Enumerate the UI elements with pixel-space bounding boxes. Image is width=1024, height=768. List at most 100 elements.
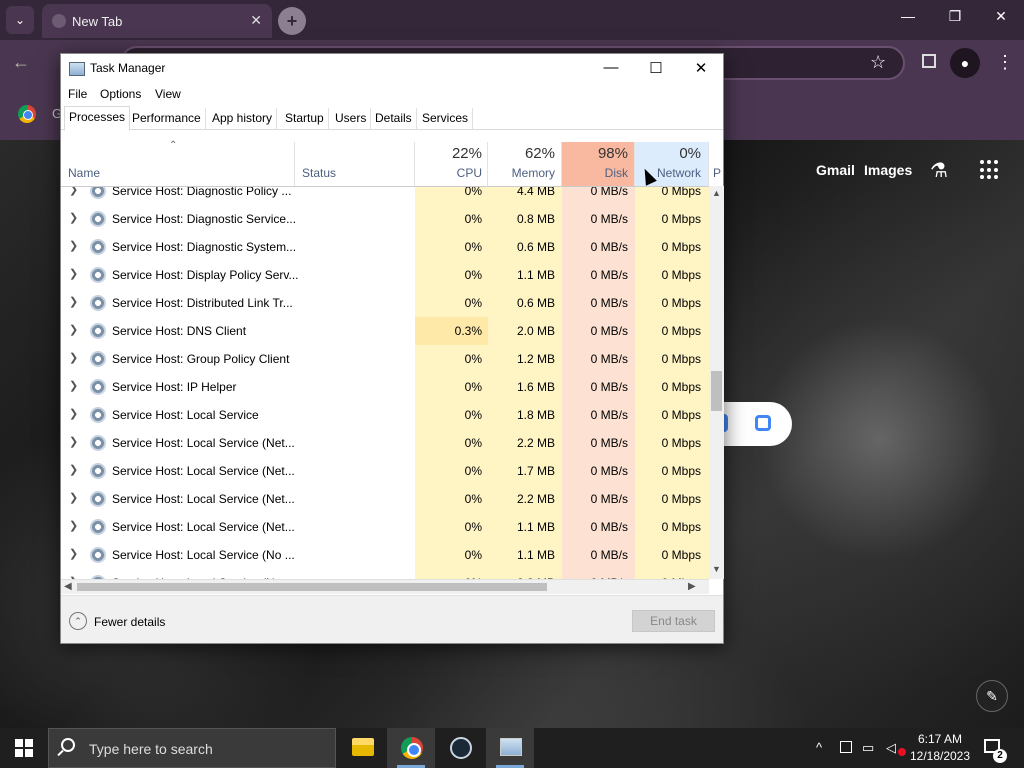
process-row[interactable]: ❯ Service Host: Diagnostic Service... 0% 0.… (61, 205, 709, 233)
expand-chevron-icon[interactable]: ❯ (69, 547, 78, 560)
network-tray-icon[interactable]: ▭ (862, 740, 874, 756)
service-gear-icon (90, 491, 106, 507)
menu-options[interactable]: Options (100, 87, 141, 101)
expand-chevron-icon[interactable]: ❯ (69, 379, 78, 392)
tab-performance[interactable]: Performance (128, 108, 206, 130)
collapse-chevron-icon[interactable]: ⌃ (69, 612, 87, 630)
expand-chevron-icon[interactable]: ❯ (69, 491, 78, 504)
fewer-details-link[interactable]: Fewer details (94, 615, 165, 629)
chrome-logo-icon (18, 105, 36, 123)
expand-chevron-icon[interactable]: ❯ (69, 295, 78, 308)
process-row[interactable]: ❯ Service Host: Group Policy Client 0% 1.2 … (61, 345, 709, 373)
process-row[interactable]: ❯ Service Host: Local Service 0% 1.8 MB 0 MB… (61, 401, 709, 429)
expand-chevron-icon[interactable]: ❯ (69, 323, 78, 336)
chrome-minimize-button[interactable]: — (893, 8, 923, 24)
tab-processes[interactable]: Processes (64, 106, 131, 131)
show-hidden-icons-chevron[interactable]: ^ (816, 740, 822, 755)
process-name: Service Host: Local Service (Net... (112, 492, 295, 506)
tab-users[interactable]: Users (331, 108, 372, 130)
tm-close-button[interactable]: ✕ (681, 59, 721, 77)
expand-chevron-icon[interactable]: ❯ (69, 187, 78, 196)
expand-chevron-icon[interactable]: ❯ (69, 463, 78, 476)
clock-time[interactable]: 6:17 AM (905, 732, 975, 746)
tm-minimize-button[interactable]: — (591, 59, 631, 76)
new-tab-button[interactable]: + (278, 7, 306, 35)
close-tab-icon[interactable]: ✕ (250, 12, 262, 29)
horizontal-scroll-thumb[interactable] (77, 583, 547, 591)
process-row[interactable]: ❯ Service Host: Local Service (Net... 0% 2.… (61, 485, 709, 513)
process-row[interactable]: ❯ Service Host: Local Service (Net... 0% 1.… (61, 513, 709, 541)
taskbar-file-explorer[interactable] (338, 728, 386, 768)
volume-muted-icon[interactable]: ◁ (886, 740, 896, 756)
chrome-maximize-button[interactable]: ❐ (940, 8, 970, 25)
process-row[interactable]: ❯ Service Host: DNS Client 0.3% 2.0 MB 0 MB/… (61, 317, 709, 345)
side-panel-icon[interactable] (922, 54, 936, 68)
process-cpu-value: 0% (464, 296, 482, 310)
scroll-up-icon[interactable]: ▲ (712, 188, 721, 198)
chrome-menu-icon[interactable]: ⋮ (996, 52, 1014, 73)
process-row[interactable]: ❯ Service Host: Distributed Link Tr... 0% 0… (61, 289, 709, 317)
expand-chevron-icon[interactable]: ❯ (69, 435, 78, 448)
process-memory-value: 2.0 MB (516, 324, 555, 338)
taskbar-chrome[interactable] (387, 728, 435, 768)
scroll-down-icon[interactable]: ▼ (712, 564, 721, 574)
tab-startup[interactable]: Startup (281, 108, 329, 130)
expand-chevron-icon[interactable]: ❯ (69, 519, 78, 532)
taskbar-search-box[interactable]: Type here to search (48, 728, 336, 768)
scroll-left-icon[interactable]: ◀ (64, 581, 72, 592)
process-list[interactable]: ❯ Service Host: Diagnostic Policy ... 0% 4.… (61, 186, 709, 579)
end-task-button[interactable]: End task (632, 610, 715, 632)
sort-ascending-icon: ⌃ (169, 140, 178, 151)
process-name: Service Host: Diagnostic Service... (112, 212, 297, 226)
expand-chevron-icon[interactable]: ❯ (69, 211, 78, 224)
scroll-right-icon[interactable]: ▶ (688, 581, 696, 592)
process-row[interactable]: ❯ Service Host: Local Service (No ... 0% 1.… (61, 541, 709, 569)
process-memory-value: 2.2 MB (516, 492, 555, 506)
back-arrow-icon[interactable]: ← (12, 52, 30, 73)
expand-chevron-icon[interactable]: ❯ (69, 267, 78, 280)
tab-app-history[interactable]: App history (208, 108, 278, 130)
process-row[interactable]: ❯ Service Host: Diagnostic Policy ... 0% 4.… (61, 187, 709, 205)
taskbar-task-manager[interactable] (486, 728, 534, 768)
task-manager-titlebar[interactable]: Task Manager — ☐ ✕ (61, 54, 723, 84)
process-network-value: 0 Mbps (661, 352, 701, 366)
search-labs-icon[interactable]: ⚗ (930, 158, 948, 183)
profile-avatar-icon[interactable]: ● (950, 48, 980, 78)
gmail-link[interactable]: Gmail (816, 162, 855, 178)
expand-chevron-icon[interactable]: ❯ (69, 239, 78, 252)
process-network-value: 0 Mbps (661, 380, 701, 394)
vertical-scrollbar[interactable]: ▲ ▼ (709, 186, 724, 579)
images-link[interactable]: Images (864, 162, 912, 178)
chrome-close-button[interactable]: ✕ (986, 8, 1016, 25)
device-tray-icon[interactable] (840, 741, 852, 753)
horizontal-scrollbar[interactable]: ◀ ▶ (61, 579, 709, 594)
service-gear-icon (90, 187, 106, 199)
tm-maximize-button[interactable]: ☐ (636, 59, 676, 77)
process-row[interactable]: ❯Service Host: Local Service (No ...0%2.… (61, 569, 709, 579)
taskbar-steam[interactable] (436, 728, 484, 768)
process-network-value: 0 Mbps (661, 324, 701, 338)
menu-file[interactable]: File (68, 87, 87, 101)
process-network-value: 0 Mbps (661, 408, 701, 422)
menu-view[interactable]: View (155, 87, 181, 101)
expand-chevron-icon[interactable]: ❯ (69, 351, 78, 364)
google-apps-icon[interactable] (980, 160, 1000, 180)
vertical-scroll-thumb[interactable] (711, 371, 722, 411)
tab-search-dropdown[interactable]: ⌄ (6, 6, 34, 34)
process-row[interactable]: ❯ Service Host: IP Helper 0% 1.6 MB 0 MB/s 0 … (61, 373, 709, 401)
chrome-tab-new-tab[interactable]: New Tab ✕ (42, 4, 272, 38)
tab-services[interactable]: Services (418, 108, 474, 130)
clock-date[interactable]: 12/18/2023 (905, 749, 975, 763)
process-cpu-value: 0% (464, 548, 482, 562)
tab-details[interactable]: Details (371, 108, 417, 130)
process-row[interactable]: ❯ Service Host: Local Service (Net... 0% 1.… (61, 457, 709, 485)
customize-chrome-button[interactable]: ✎ (976, 680, 1008, 712)
process-row[interactable]: ❯ Service Host: Diagnostic System... 0% 0.6… (61, 233, 709, 261)
process-row[interactable]: ❯ Service Host: Display Policy Serv... 0% 1… (61, 261, 709, 289)
header-disk-label: Disk (604, 166, 628, 180)
bookmark-star-icon[interactable]: ☆ (870, 52, 886, 73)
start-button[interactable] (15, 739, 33, 757)
expand-chevron-icon[interactable]: ❯ (69, 407, 78, 420)
process-row[interactable]: ❯ Service Host: Local Service (Net... 0% 2.… (61, 429, 709, 457)
google-lens-icon[interactable] (755, 415, 771, 431)
